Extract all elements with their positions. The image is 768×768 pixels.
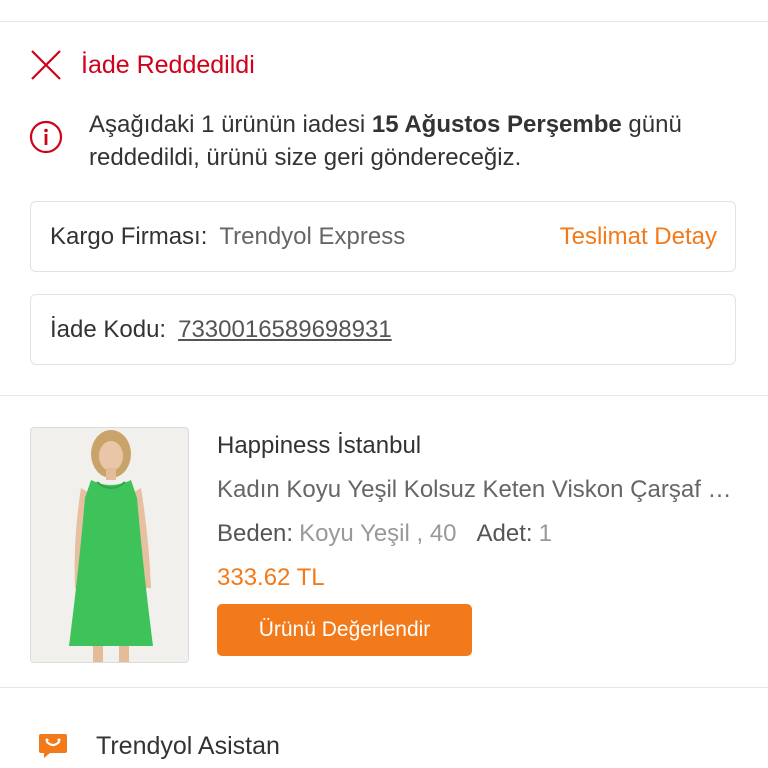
product-variant: Beden: Koyu Yeşil , 40 Adet: 1 <box>217 520 552 547</box>
cargo-value: Trendyol Express <box>219 222 406 250</box>
rate-product-button[interactable]: Ürünü Değerlendir <box>217 604 472 656</box>
delivery-detail-link[interactable]: Teslimat Detay <box>560 202 717 271</box>
product-name[interactable]: Kadın Koyu Yeşil Kolsuz Keten Viskon Çar… <box>217 476 737 504</box>
return-code-label: İade Kodu: <box>50 315 167 343</box>
chat-assistant-icon <box>39 734 67 758</box>
info-message: Aşağıdaki 1 ürünün iadesi 15 Ağustos Per… <box>29 108 729 174</box>
return-code-card: İade Kodu: 7330016589698931 <box>30 294 736 365</box>
info-text: Aşağıdaki 1 ürünün iadesi 15 Ağustos Per… <box>89 111 682 171</box>
return-status: İade Reddedildi <box>29 46 255 84</box>
product-brand: Happiness İstanbul <box>217 432 422 459</box>
cargo-label: Kargo Firması: <box>50 222 208 250</box>
cargo-card: Kargo Firması: Trendyol Express Teslimat… <box>30 201 736 272</box>
top-divider <box>0 21 768 22</box>
info-icon <box>29 120 63 154</box>
product-item: Happiness İstanbul Kadın Koyu Yeşil Kols… <box>0 395 768 688</box>
return-date: 15 Ağustos Perşembe <box>371 111 622 138</box>
status-title: İade Reddedildi <box>81 50 255 79</box>
assistant-label: Trendyol Asistan <box>96 731 280 760</box>
product-price: 333.62 TL <box>217 564 325 591</box>
close-icon <box>31 50 61 80</box>
trendyol-assistant[interactable]: Trendyol Asistan <box>38 728 280 764</box>
product-image[interactable] <box>30 427 189 663</box>
return-code-value[interactable]: 7330016589698931 <box>178 316 392 344</box>
